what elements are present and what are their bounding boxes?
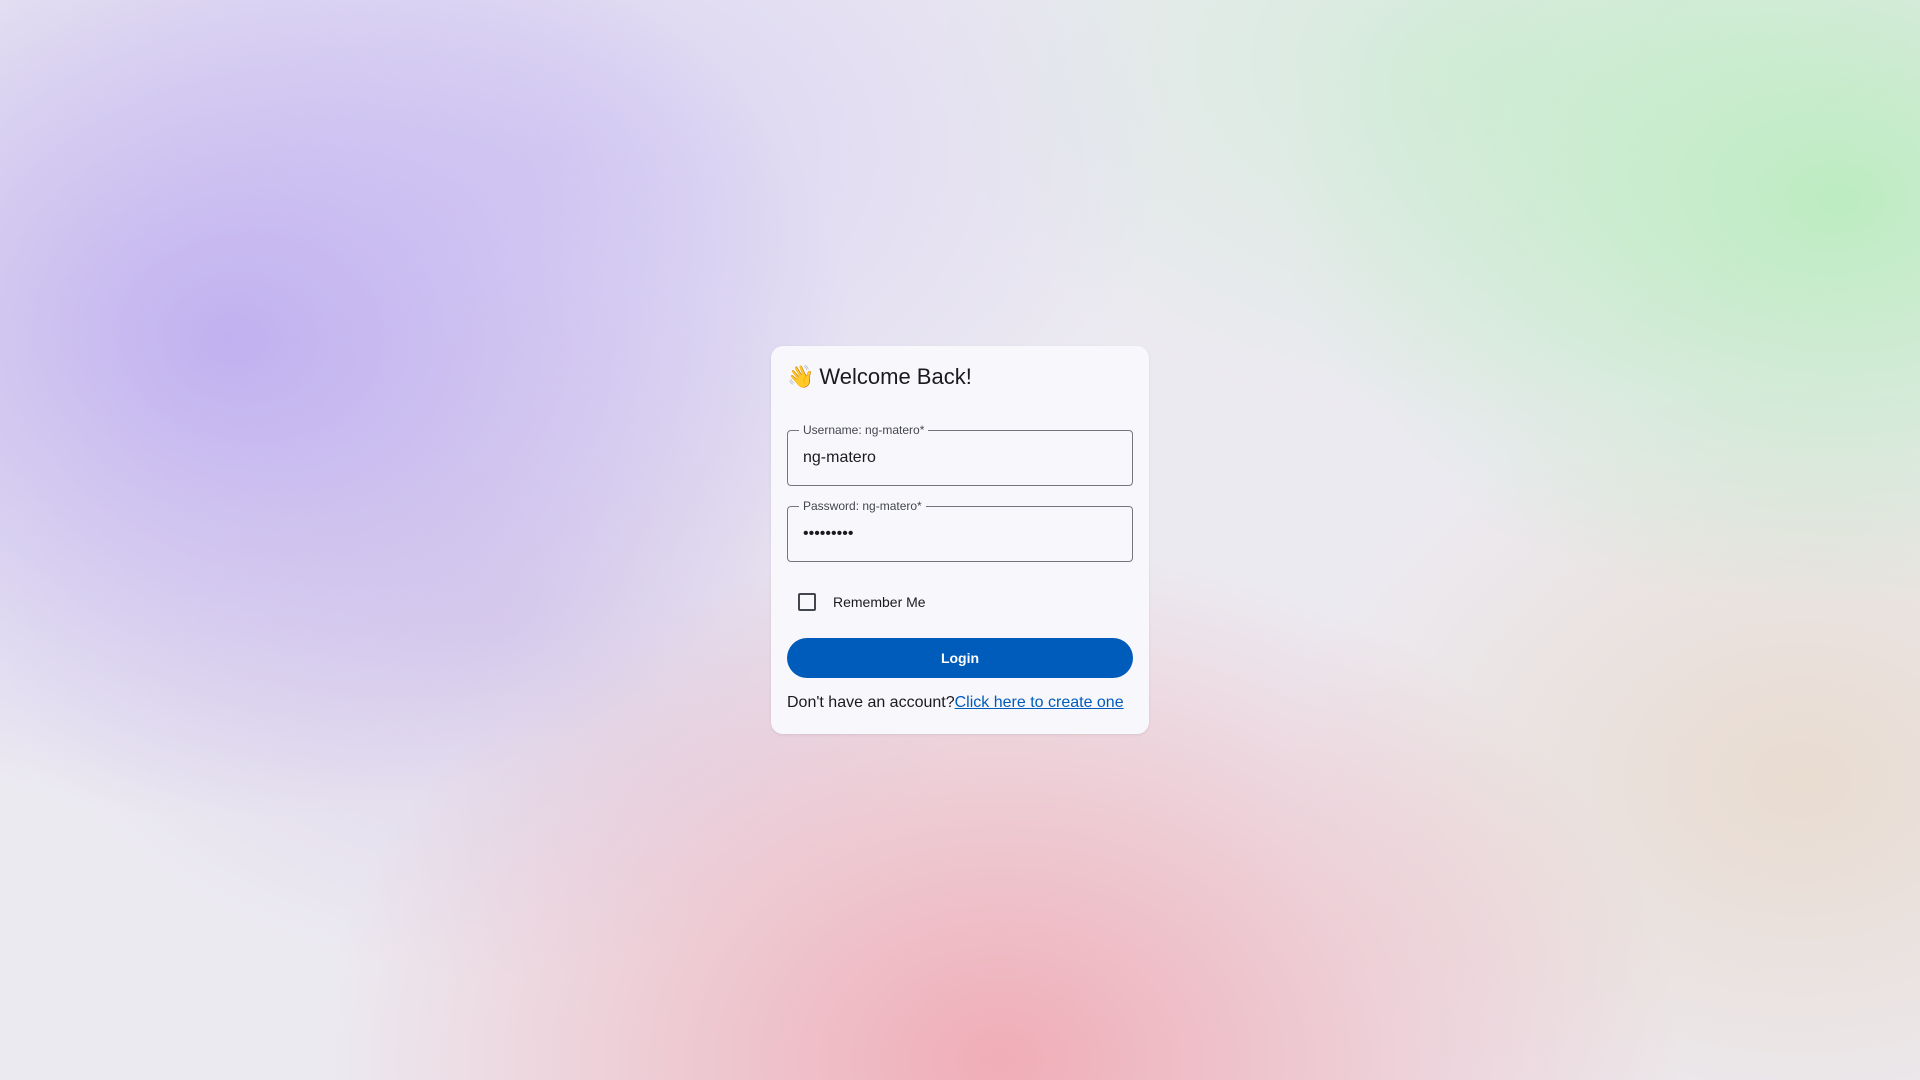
password-label: Password: ng-matero* <box>799 499 926 513</box>
remember-me-checkbox[interactable] <box>798 593 816 611</box>
login-title: 👋 Welcome Back! <box>787 362 1133 392</box>
create-account-link[interactable]: Click here to create one <box>955 694 1124 711</box>
login-button[interactable]: Login <box>787 638 1133 678</box>
waving-hand-icon: 👋 <box>787 364 815 389</box>
password-field[interactable]: Password: ng-matero* ••••••••• <box>787 499 1133 562</box>
remember-me-option[interactable]: Remember Me <box>787 582 926 622</box>
signup-prompt-text: Don't have an account? <box>787 694 955 711</box>
username-label: Username: ng-matero* <box>799 423 929 437</box>
remember-me-label[interactable]: Remember Me <box>833 594 926 610</box>
username-field[interactable]: Username: ng-matero* ng-matero <box>787 423 1133 486</box>
password-input[interactable]: ••••••••• <box>803 524 853 544</box>
username-input[interactable]: ng-matero <box>803 448 876 468</box>
login-title-text: Welcome Back! <box>819 364 972 389</box>
login-card: 👋 Welcome Back! Username: ng-matero* ng-… <box>771 346 1149 734</box>
signup-prompt: Don't have an account?Click here to crea… <box>787 694 1124 712</box>
